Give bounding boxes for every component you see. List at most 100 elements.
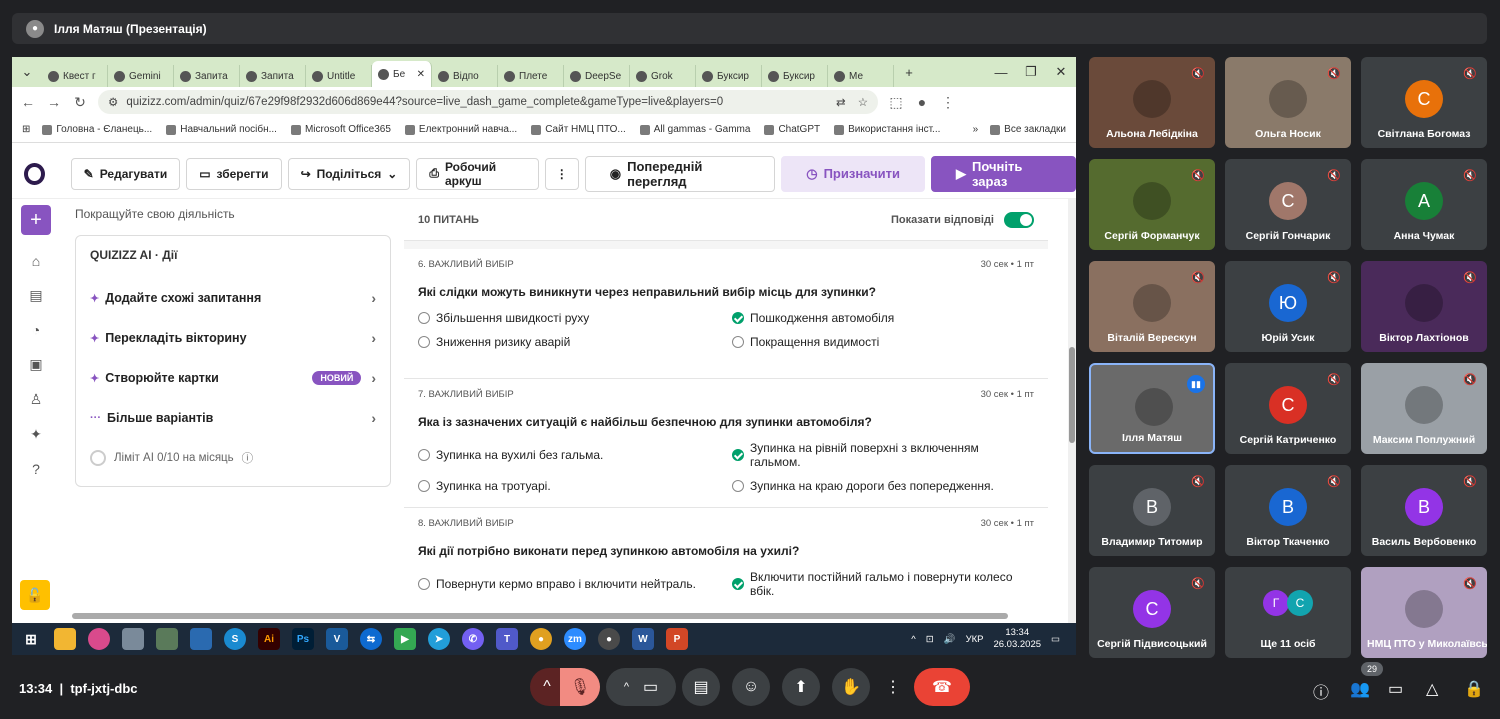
participant-tile[interactable]: С 🔇 Сергій Підвисоцький [1089,567,1215,658]
participant-tile[interactable]: В 🔇 Владимир Титомир [1089,465,1215,556]
photoshop-icon[interactable]: Ps [292,628,314,650]
reload-icon[interactable]: ↻ [72,94,88,111]
app-icon[interactable] [122,628,144,650]
chat-icon[interactable]: ▭ [1388,679,1403,699]
participant-tile[interactable]: А 🔇 Анна Чумак [1361,159,1487,250]
participant-tile[interactable]: Г С Ще 11 осіб [1225,567,1351,658]
ai-action-item[interactable]: ··· Більше варіантів › [90,398,376,438]
powerpoint-icon[interactable]: P [666,628,688,650]
save-button[interactable]: ▭ зберегти [186,157,282,190]
back-icon[interactable]: ← [20,94,36,110]
host-controls-icon[interactable]: 🔒 [1464,679,1484,699]
quizizz-logo-icon[interactable] [24,162,45,185]
chrome-active-icon[interactable]: ● [598,628,620,650]
tab-12[interactable]: Ме [828,65,894,87]
notifications-icon[interactable]: ▭ [1051,634,1060,645]
participant-tile[interactable]: ▮▮ Ілля Матяш [1089,363,1215,454]
close-window-icon[interactable]: ✕ [1046,61,1076,83]
app-icon[interactable] [88,628,110,650]
preview-button[interactable]: ◉ Попередній перегляд [584,155,776,192]
ai-action-item[interactable]: ✦ Перекладіть вікторину › [90,318,376,358]
tab-10[interactable]: Буксир [696,65,762,87]
info-icon[interactable]: ⓘ [242,450,254,466]
tab-0[interactable]: Квест г [42,65,108,87]
participant-tile[interactable]: 🔇 Сергій Форманчук [1089,159,1215,250]
tab-5[interactable]: Бе ✕ [372,61,432,87]
present-button[interactable]: ⬆ [782,668,820,706]
bookmark-item[interactable]: Головна - Єланець... [42,124,152,135]
info-icon[interactable]: ⓘ [1313,679,1329,703]
more-options-button[interactable]: ⋮ [544,157,579,190]
site-info-icon[interactable]: ⚙ [108,95,118,109]
new-tab-icon[interactable]: + [894,61,924,83]
captions-button[interactable]: ▤ [682,668,720,706]
participant-tile[interactable]: В 🔇 Віктор Ткаченко [1225,465,1351,556]
apps-grid-icon[interactable]: ⊞ [22,124,30,135]
tab-6[interactable]: Відпо [432,65,498,87]
question-card[interactable]: 7. ВАЖЛИВИЙ ВИБІР 30 сек • 1 пт Яка із заз… [404,378,1048,507]
profile-icon[interactable]: ● [914,94,930,110]
meet-icon[interactable]: ▶ [394,628,416,650]
camera-button[interactable]: ^ ▭ [606,668,676,706]
reactions-button[interactable]: ☺ [732,668,770,706]
bookmark-star-icon[interactable]: ☆ [858,95,868,109]
tray-chevron-icon[interactable]: ^ [911,634,915,645]
windows-start-icon[interactable]: ⊞ [20,628,42,650]
show-answers-toggle[interactable]: Показати відповіді [891,211,1034,228]
translate-icon[interactable]: ⇄ [836,95,846,109]
all-bookmarks[interactable]: Все закладки [990,124,1066,135]
vertical-scrollbar[interactable] [1068,199,1076,654]
mic-off-button[interactable]: 🎙 [560,668,600,706]
activities-icon[interactable]: △ [1426,679,1438,699]
people-icon[interactable]: 👥 [1350,679,1370,699]
accommodations-icon[interactable]: ♙ [30,391,43,408]
file-explorer-icon[interactable] [54,628,76,650]
participant-tile[interactable]: 🔇 Ольга Носик [1225,57,1351,148]
tab-9[interactable]: Grok [630,65,696,87]
extensions-icon[interactable]: ⬚ [888,94,904,111]
tab-2[interactable]: Запита [174,65,240,87]
help-icon[interactable]: ? [32,461,40,477]
participant-tile[interactable]: С 🔇 Сергій Гончарик [1225,159,1351,250]
word-icon[interactable]: W [632,628,654,650]
taskbar-clock[interactable]: 13:34 26.03.2025 [993,627,1041,651]
chrome-icon[interactable]: ● [530,628,552,650]
participant-tile[interactable]: 🔇 НМЦ ПТО у Миколаївській [1361,567,1487,658]
home-icon[interactable]: ⌂ [32,253,40,269]
assign-button[interactable]: ◷ Призначити [781,155,925,192]
participant-tile[interactable]: 🔇 Максим Поплужний [1361,363,1487,454]
bookmark-item[interactable]: Навчальний посібн... [166,124,277,135]
language-indicator[interactable]: УКР [966,634,984,645]
close-tab-icon[interactable]: ✕ [417,69,425,80]
share-button[interactable]: ↪ Поділіться ⌄ [287,157,411,190]
bookmark-item[interactable]: Microsoft Office365 [290,124,391,135]
participant-tile[interactable]: 🔇 Віталій Верескун [1089,261,1215,352]
participant-tile[interactable]: С 🔇 Сергій Катриченко [1225,363,1351,454]
more-options-button[interactable]: ⋮ [882,668,904,706]
participant-tile[interactable]: 🔇 Альона Лебідкіна [1089,57,1215,148]
app-icon[interactable] [156,628,178,650]
bookmark-item[interactable]: Електронний навча... [404,124,517,135]
app-icon[interactable]: V [326,628,348,650]
start-now-button[interactable]: ▶ Почніть зараз [930,155,1076,192]
participant-tile[interactable]: Ю 🔇 Юрій Усик [1225,261,1351,352]
bookmarks-overflow-icon[interactable]: » [973,124,979,135]
tab-8[interactable]: DeepSe [564,65,630,87]
unlock-icon[interactable]: 🔓 [20,580,50,610]
mic-options-chevron[interactable]: ^ [530,668,564,706]
zoom-icon[interactable]: zm [564,628,586,650]
reports-icon[interactable]: ◔ [32,322,40,338]
viber-icon[interactable]: ✆ [462,628,484,650]
tab-search-chevron-icon[interactable]: ⌄ [12,61,42,83]
network-icon[interactable]: ⊡ [926,634,934,645]
bookmark-item[interactable]: All gammas - Gamma [639,124,750,135]
edit-button[interactable]: ✎ Редагувати [70,157,181,190]
participant-tile[interactable]: С 🔇 Світлана Богомаз [1361,57,1487,148]
classes-icon[interactable]: ▣ [29,356,42,373]
bookmark-item[interactable]: Сайт НМЦ ПТО... [531,124,626,135]
tab-4[interactable]: Untitle [306,65,372,87]
volume-icon[interactable]: 🔊 [944,634,956,645]
raise-hand-button[interactable]: ✋ [832,668,870,706]
participant-tile[interactable]: В 🔇 Василь Вербовенко [1361,465,1487,556]
teams-icon[interactable]: T [496,628,518,650]
